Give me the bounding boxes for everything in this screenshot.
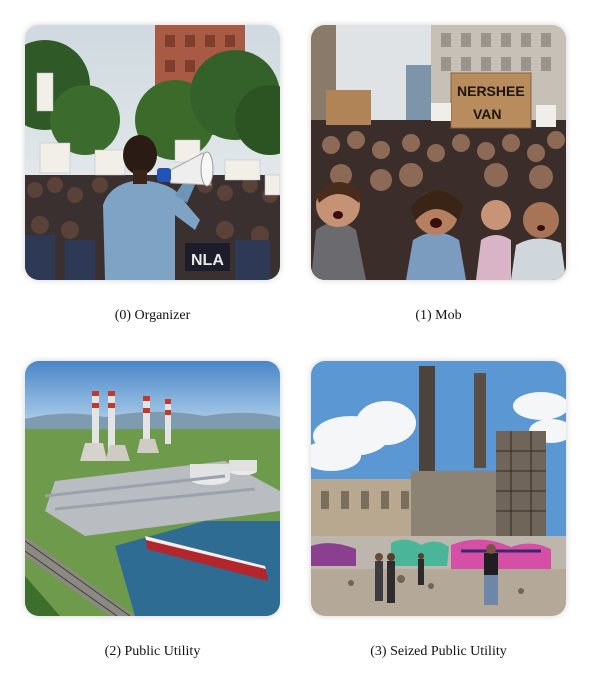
organizer-illustration: NLA bbox=[25, 25, 280, 280]
seized-utility-illustration bbox=[311, 361, 566, 616]
public-utility-illustration bbox=[25, 361, 280, 616]
sign-dark-text: NLA bbox=[191, 252, 224, 269]
panel-mob-image: NERSHEE VAN bbox=[311, 25, 566, 280]
mob-illustration: NERSHEE VAN bbox=[311, 25, 566, 280]
sign-text-line1: NERSHEE bbox=[457, 83, 525, 99]
panel-organizer-image: NLA bbox=[25, 25, 280, 280]
scaffold-tower bbox=[496, 431, 546, 546]
panel-caption-public-utility: (2) Public Utility bbox=[104, 644, 201, 659]
panel-caption-organizer: (0) Organizer bbox=[114, 308, 191, 323]
smokestack-right bbox=[474, 373, 486, 468]
mountains bbox=[25, 411, 280, 431]
ground bbox=[311, 569, 566, 616]
smokestack-left bbox=[419, 366, 435, 476]
panel-caption-mob: (1) Mob bbox=[415, 308, 462, 323]
panel-public-utility-image bbox=[25, 361, 280, 616]
sign-text-line2: VAN bbox=[473, 106, 502, 122]
cardboard-sign-left bbox=[326, 90, 371, 125]
panel-caption-seized-utility: (3) Seized Public Utility bbox=[370, 644, 507, 659]
panel-seized-utility-image bbox=[311, 361, 566, 616]
